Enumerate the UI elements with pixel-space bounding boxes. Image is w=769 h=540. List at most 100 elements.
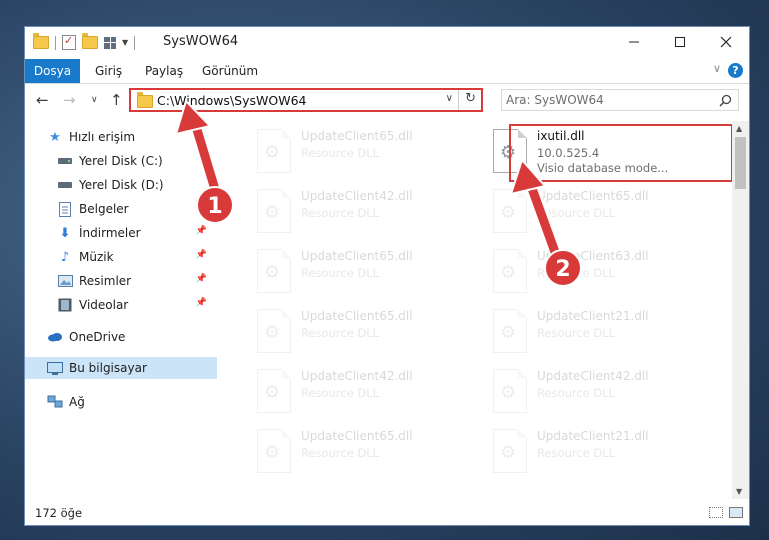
status-bar: 172 öğe: [25, 501, 749, 525]
nav-network[interactable]: Ağ: [47, 391, 217, 413]
maximize-button[interactable]: [657, 27, 703, 57]
file-item[interactable]: ⚙ UpdateClient65.dll Resource DLL: [249, 125, 475, 177]
dll-file-icon: ⚙: [493, 189, 527, 233]
refresh-icon[interactable]: ↻: [465, 91, 476, 106]
file-name: UpdateClient21.dll: [537, 429, 649, 443]
forward-arrow-icon[interactable]: →: [63, 91, 76, 109]
file-type: Resource DLL: [537, 206, 616, 220]
nav-item-documents[interactable]: Belgeler: [57, 198, 217, 220]
separator: [458, 90, 459, 110]
documents-icon: [57, 201, 73, 217]
file-type: Resource DLL: [537, 446, 616, 460]
search-input[interactable]: Ara: SysWOW64: [501, 89, 739, 111]
file-item[interactable]: ⚙ UpdateClient63.dll Resource DLL: [485, 245, 711, 297]
file-item[interactable]: ⚙ UpdateClient42.dll Resource DLL: [249, 365, 475, 417]
search-icon[interactable]: [719, 94, 732, 107]
separator: [134, 35, 136, 50]
music-icon: ♪: [60, 249, 70, 265]
file-type: Resource DLL: [301, 386, 380, 400]
file-type: Resource DLL: [301, 266, 380, 280]
file-name: UpdateClient65.dll: [301, 429, 413, 443]
scroll-down-icon[interactable]: ▼: [736, 487, 742, 496]
nav-label: OneDrive: [69, 330, 126, 344]
tab-share[interactable]: Paylaş: [145, 59, 183, 83]
help-icon[interactable]: ?: [728, 63, 743, 78]
nav-item-pictures[interactable]: Resimler 📌: [57, 270, 217, 292]
large-icons-view-icon[interactable]: [729, 507, 743, 518]
navigation-row: ← → ∨ ↑ C:\Windows\SysWOW64 ∨ ↻ Ara: Sys…: [25, 87, 749, 115]
nav-item-drive-d[interactable]: Yerel Disk (D:): [57, 174, 217, 196]
scroll-up-icon[interactable]: ▲: [736, 124, 742, 133]
nav-this-pc[interactable]: Bu bilgisayar: [25, 357, 217, 379]
file-item[interactable]: ⚙ UpdateClient65.dll Resource DLL: [249, 245, 475, 297]
minimize-icon: [629, 41, 639, 43]
nav-label: Yerel Disk (D:): [79, 178, 164, 192]
dll-file-icon: ⚙: [493, 249, 527, 293]
close-icon: [720, 36, 732, 48]
file-name: UpdateClient42.dll: [301, 189, 413, 203]
dll-file-icon: ⚙: [493, 369, 527, 413]
item-count: 172 öğe: [35, 506, 83, 520]
up-arrow-icon[interactable]: ↑: [110, 91, 123, 109]
tab-file[interactable]: Dosya: [25, 59, 80, 83]
nav-item-drive-c[interactable]: Yerel Disk (C:): [57, 150, 217, 172]
pin-icon[interactable]: 📌: [196, 226, 207, 236]
quick-access-toolbar: ▼: [33, 33, 136, 50]
star-icon: ★: [49, 129, 61, 145]
separator: [55, 35, 56, 50]
back-arrow-icon[interactable]: ←: [36, 91, 49, 109]
file-item[interactable]: ⚙ UpdateClient65.dll Resource DLL: [249, 425, 475, 477]
file-name: UpdateClient65.dll: [537, 189, 649, 203]
ribbon-tabs: Dosya Giriş Paylaş Görünüm ∨ ?: [25, 59, 749, 84]
nav-label: Yerel Disk (C:): [79, 154, 163, 168]
details-view-icon[interactable]: [709, 507, 723, 518]
address-bar[interactable]: C:\Windows\SysWOW64 ∨ ↻: [129, 88, 483, 112]
file-item[interactable]: ⚙ UpdateClient42.dll Resource DLL: [485, 365, 711, 417]
recent-locations-icon[interactable]: ∨: [91, 95, 98, 105]
file-name: UpdateClient65.dll: [301, 249, 413, 263]
tab-home[interactable]: Giriş: [95, 59, 122, 83]
nav-label: Ağ: [69, 395, 85, 409]
nav-item-downloads[interactable]: ⬇ İndirmeler 📌: [57, 222, 217, 244]
file-type: Resource DLL: [301, 146, 380, 160]
qat-dropdown-icon[interactable]: ▼: [122, 38, 128, 47]
nav-label: Videolar: [79, 298, 129, 312]
file-item[interactable]: ⚙ UpdateClient65.dll Resource DLL: [485, 185, 711, 237]
scroll-thumb[interactable]: [735, 137, 746, 189]
pin-icon[interactable]: 📌: [196, 250, 207, 260]
file-item[interactable]: ⚙ UpdateClient21.dll Resource DLL: [485, 425, 711, 477]
folder-icon: [137, 92, 153, 108]
nav-label: Hızlı erişim: [69, 130, 136, 144]
videos-icon: [57, 297, 73, 313]
pin-icon[interactable]: 📌: [196, 274, 207, 284]
maximize-icon: [675, 37, 685, 47]
ribbon-expand-icon[interactable]: ∨: [713, 62, 721, 75]
drive-icon: [57, 153, 73, 169]
computer-icon: [47, 360, 63, 376]
minimize-button[interactable]: [611, 27, 657, 57]
file-type: Resource DLL: [537, 326, 616, 340]
file-type: Resource DLL: [537, 386, 616, 400]
address-dropdown-icon[interactable]: ∨: [446, 93, 453, 104]
customize-icon[interactable]: [104, 36, 116, 49]
nav-onedrive[interactable]: OneDrive: [47, 326, 217, 348]
nav-item-music[interactable]: ♪ Müzik 📌: [57, 246, 217, 268]
nav-quick-access[interactable]: ★ Hızlı erişim: [47, 126, 217, 148]
dll-file-icon: ⚙: [257, 129, 291, 173]
vertical-scrollbar[interactable]: ▲ ▼: [732, 121, 749, 499]
file-item[interactable]: ⚙ UpdateClient42.dll Resource DLL: [249, 185, 475, 237]
title-bar: ▼ SysWOW64: [25, 27, 749, 59]
pin-icon[interactable]: 📌: [196, 298, 207, 308]
file-item[interactable]: ⚙ UpdateClient65.dll Resource DLL: [249, 305, 475, 357]
address-path[interactable]: C:\Windows\SysWOW64: [157, 93, 306, 108]
file-type: Resource DLL: [301, 326, 380, 340]
file-item[interactable]: ⚙ UpdateClient21.dll Resource DLL: [485, 305, 711, 357]
highlight-box: [509, 124, 733, 182]
close-button[interactable]: [703, 27, 749, 57]
tab-view[interactable]: Görünüm: [202, 59, 258, 83]
nav-item-videos[interactable]: Videolar 📌: [57, 294, 217, 316]
drive-icon: [57, 177, 73, 193]
dll-file-icon: ⚙: [257, 309, 291, 353]
new-folder-icon[interactable]: [82, 33, 98, 49]
properties-icon[interactable]: [62, 34, 76, 50]
